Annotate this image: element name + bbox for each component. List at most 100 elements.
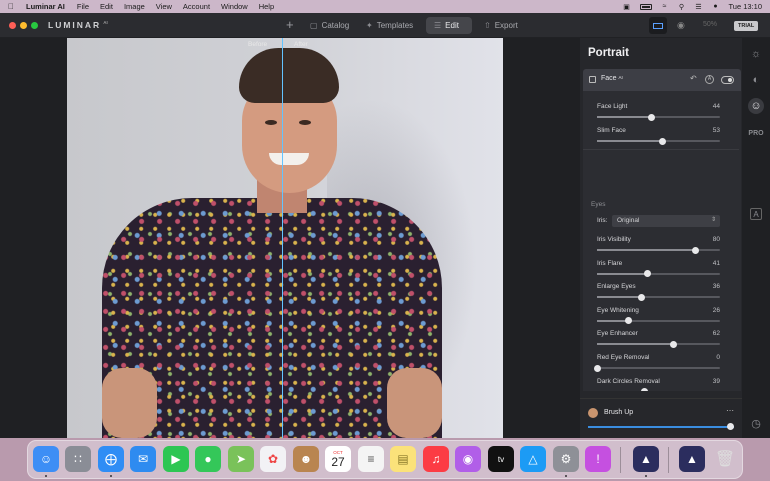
tab-edit[interactable]: ☰ Edit: [426, 17, 472, 34]
macos-menu-bar:  Luminar AI File Edit Image View Accoun…: [0, 0, 770, 13]
menu-window[interactable]: Window: [221, 2, 248, 11]
iris-select[interactable]: Original ⇕: [612, 215, 720, 227]
creative-palette-icon[interactable]: ◐: [748, 72, 764, 88]
add-photos-icon[interactable]: +: [286, 17, 294, 32]
slider-label: Iris Flare: [597, 259, 623, 267]
face-module-body: Face Light 44 Slim Face 53 Eyes Iris: Origi…: [583, 91, 741, 391]
image-canvas[interactable]: Before After: [0, 38, 580, 438]
trash-icon[interactable]: 🗑: [712, 446, 738, 472]
menu-app-name[interactable]: Luminar AI: [26, 2, 65, 11]
menu-edit[interactable]: Edit: [100, 2, 113, 11]
system-preferences-icon[interactable]: ⚙: [553, 446, 579, 472]
apple-tv-icon[interactable]: tv: [488, 446, 514, 472]
tab-templates[interactable]: ✦ Templates: [358, 17, 421, 34]
slider-knob[interactable]: [643, 270, 651, 278]
siri-icon[interactable]: ●: [712, 3, 720, 10]
finder-icon[interactable]: ☺: [33, 446, 59, 472]
zoom-level[interactable]: 50%: [703, 21, 717, 28]
panel-scrollbar[interactable]: [739, 91, 741, 391]
podcasts-icon[interactable]: ◉: [455, 446, 481, 472]
slider-knob[interactable]: [669, 340, 677, 348]
contacts-icon[interactable]: ☻: [293, 446, 319, 472]
photos-icon[interactable]: ✿: [260, 446, 286, 472]
apple-menu-icon[interactable]: : [8, 2, 18, 11]
slider-value: 41: [712, 259, 720, 267]
running-indicator: [45, 475, 47, 477]
compare-view-button[interactable]: [649, 17, 667, 34]
luminar-ai-folder-icon[interactable]: ▲: [679, 446, 705, 472]
notes-icon[interactable]: ▤: [390, 446, 416, 472]
portrait-face-icon[interactable]: ☺: [748, 98, 764, 114]
menu-clock[interactable]: Tue 13:10: [729, 2, 763, 11]
menu-file[interactable]: File: [77, 2, 89, 11]
slider-track[interactable]: [597, 317, 720, 325]
reminders-icon[interactable]: ≡: [358, 446, 384, 472]
slider-knob[interactable]: [637, 293, 645, 301]
slider-label: Enlarge Eyes: [597, 283, 636, 291]
more-options-icon[interactable]: ⋯: [726, 406, 734, 415]
mail-icon[interactable]: ✉: [130, 446, 156, 472]
slider-fill: [597, 116, 652, 118]
compare-view-icon: [653, 22, 663, 29]
brush-up-slider-track[interactable]: [588, 426, 734, 428]
close-window-button[interactable]: [9, 22, 16, 29]
slider-knob[interactable]: [691, 246, 699, 254]
window-controls: [9, 22, 38, 29]
slider-track[interactable]: [597, 246, 720, 254]
slider-track[interactable]: [597, 270, 720, 278]
portrait-photo[interactable]: [67, 38, 503, 438]
pro-tools-button[interactable]: PRO: [748, 126, 764, 142]
module-toggle[interactable]: [721, 76, 734, 84]
facetime-icon[interactable]: ▶: [163, 446, 189, 472]
slider-knob[interactable]: [658, 137, 666, 145]
folder-icon: ▢: [310, 21, 318, 30]
messages-icon[interactable]: ●: [195, 446, 221, 472]
menu-image[interactable]: Image: [124, 2, 145, 11]
spotlight-search-icon[interactable]: ⚲: [678, 3, 686, 11]
eye-icon[interactable]: ◉: [677, 20, 685, 31]
face-module-name: Face: [601, 75, 617, 82]
ai-icon[interactable]: A: [705, 75, 714, 84]
luminar-ai-dock-icon[interactable]: ▲: [633, 446, 659, 472]
calendar-icon[interactable]: OCT 27: [325, 446, 351, 472]
undo-icon[interactable]: ↶: [690, 74, 697, 83]
slider-track[interactable]: [593, 364, 720, 372]
before-after-divider[interactable]: [282, 38, 283, 438]
control-center-icon[interactable]: ☰: [695, 3, 703, 11]
feedback-assistant-icon[interactable]: !: [585, 446, 611, 472]
tab-export[interactable]: ⇧ Export: [476, 17, 526, 34]
slider-knob[interactable]: [625, 317, 633, 325]
slider-track[interactable]: [597, 137, 720, 145]
hair: [239, 48, 339, 103]
slider-knob[interactable]: [593, 364, 601, 372]
slider-track[interactable]: [597, 340, 720, 348]
slider-track[interactable]: [597, 293, 720, 301]
menu-help[interactable]: Help: [259, 2, 274, 11]
brush-up-slider-knob[interactable]: [727, 423, 734, 430]
section-divider: [583, 149, 741, 150]
slider-track[interactable]: [597, 113, 720, 121]
menu-view[interactable]: View: [156, 2, 172, 11]
history-clock-icon[interactable]: ◷: [748, 416, 764, 432]
wifi-icon[interactable]: ≈: [661, 3, 669, 10]
safari-icon[interactable]: ⨁: [98, 446, 124, 472]
screen-record-icon[interactable]: ▣: [623, 3, 631, 11]
slider-knob[interactable]: [647, 113, 655, 121]
local-masking-icon[interactable]: A: [750, 208, 762, 220]
face-module-header[interactable]: Face AI ↶ A: [583, 69, 741, 91]
menu-account[interactable]: Account: [183, 2, 210, 11]
app-store-icon[interactable]: △: [520, 446, 546, 472]
music-icon[interactable]: ♫: [423, 446, 449, 472]
running-indicator: [645, 475, 647, 477]
zoom-window-button[interactable]: [31, 22, 38, 29]
minimize-window-button[interactable]: [20, 22, 27, 29]
slider-fill: [597, 296, 642, 299]
essentials-sun-icon[interactable]: ☼: [748, 46, 764, 62]
battery-icon[interactable]: [639, 3, 652, 10]
after-label: After: [294, 41, 308, 48]
tab-catalog[interactable]: ▢ Catalog: [302, 17, 357, 34]
trial-badge[interactable]: TRIAL: [734, 21, 759, 31]
maps-icon[interactable]: ➤: [228, 446, 254, 472]
slider-knob[interactable]: [641, 388, 649, 391]
launchpad-icon[interactable]: ∷: [65, 446, 91, 472]
